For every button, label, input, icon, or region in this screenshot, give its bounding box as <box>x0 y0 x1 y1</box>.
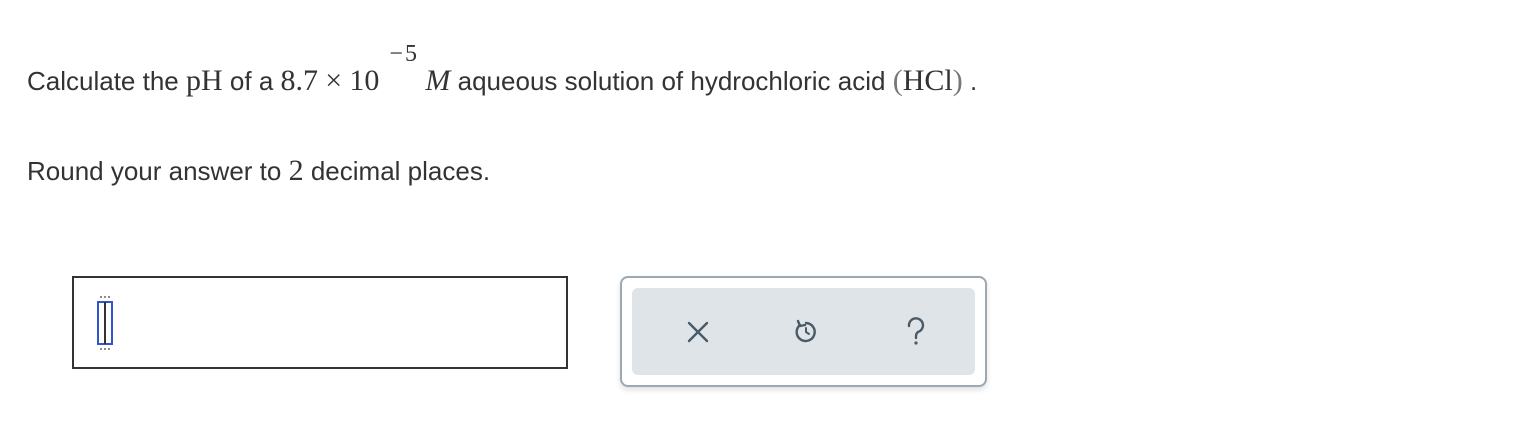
formula-paren-open: ( <box>892 64 903 97</box>
clear-button[interactable] <box>678 312 718 352</box>
instruction-before: Round your answer to <box>27 156 282 186</box>
decimal-count: 2 <box>288 154 304 187</box>
undo-icon <box>795 319 816 343</box>
molar-unit: M <box>425 64 451 97</box>
formula-paren-close: ) <box>952 64 963 97</box>
answer-input[interactable] <box>72 276 568 369</box>
input-placeholder-icon <box>97 296 113 350</box>
question-end: . <box>969 66 978 96</box>
help-button[interactable] <box>896 312 936 352</box>
question-prefix: Calculate the <box>27 66 179 96</box>
question-of-a: of a <box>229 66 274 96</box>
concentration-base: 10 <box>349 64 380 97</box>
answer-toolbar <box>620 276 987 387</box>
chemical-formula: HCl <box>902 64 953 97</box>
concentration-coefficient: 8.7 <box>280 64 319 97</box>
exponent-wrapper: −5 <box>379 41 425 90</box>
question-middle: aqueous solution of hydrochloric acid <box>457 66 886 96</box>
instruction-after: decimal places. <box>310 156 491 186</box>
help-icon <box>907 317 925 345</box>
undo-button[interactable] <box>786 312 826 352</box>
close-icon <box>687 321 709 343</box>
concentration-exponent: −5 <box>389 41 419 67</box>
ph-symbol: pH <box>186 64 223 97</box>
question-text: Calculate the pH of a 8.7 × 10 −5 M aqueou… <box>27 41 978 101</box>
toolbar-panel <box>632 288 975 375</box>
times-symbol: × <box>325 64 343 97</box>
instruction-text: Round your answer to 2 decimal places. <box>27 151 490 191</box>
